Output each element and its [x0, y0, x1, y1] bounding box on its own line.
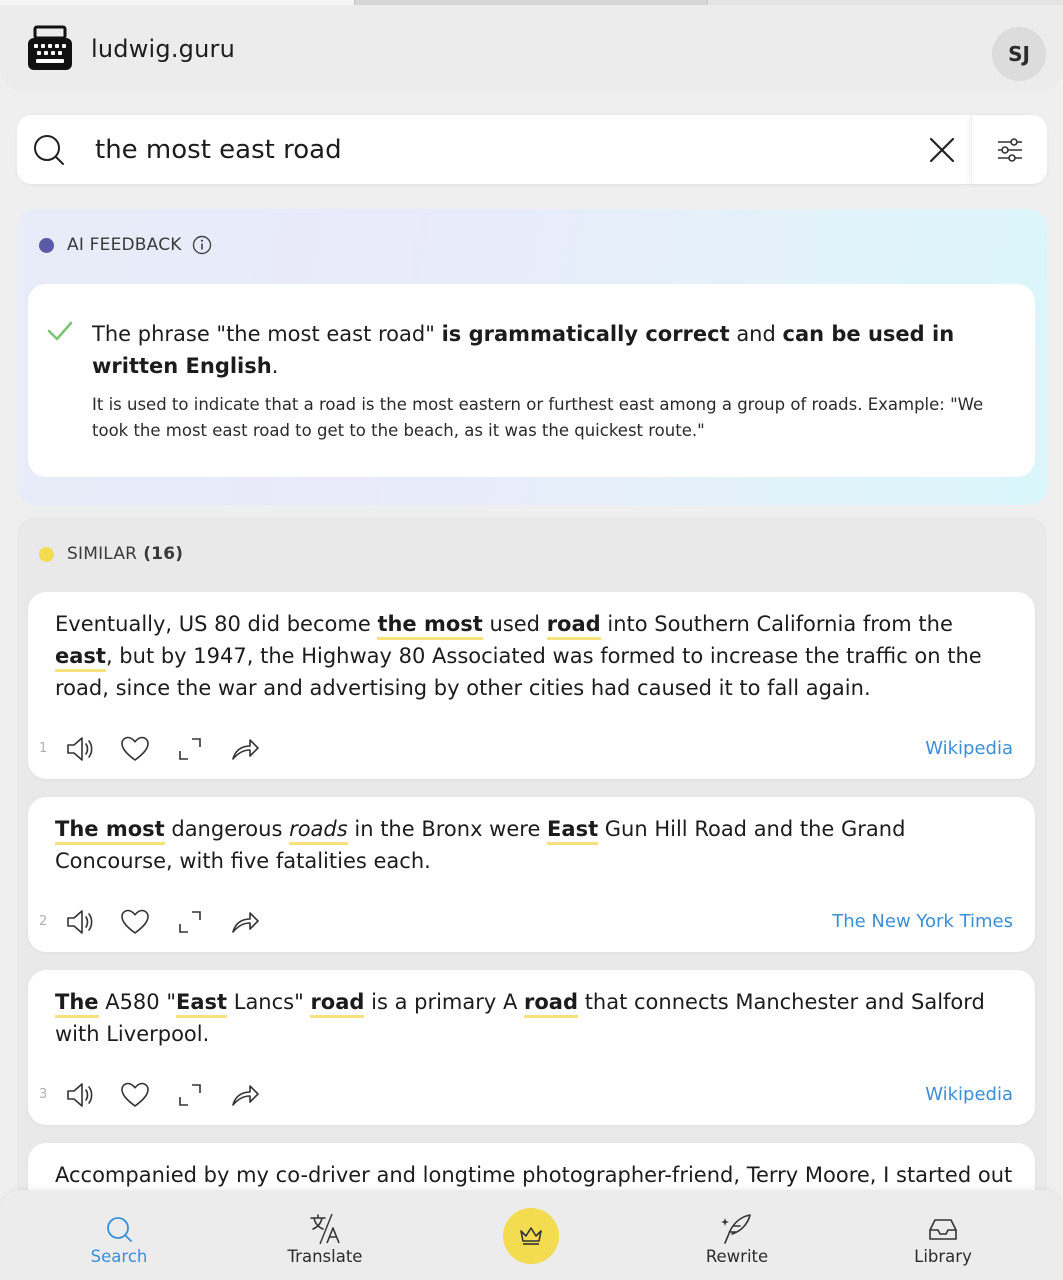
nav-translate[interactable]: Translate: [265, 1212, 385, 1266]
expand-icon[interactable]: [174, 733, 206, 765]
result-index: 3: [39, 1087, 48, 1102]
speaker-icon[interactable]: [64, 733, 96, 765]
nav-search[interactable]: Search: [59, 1212, 179, 1266]
sentence-text: used: [482, 612, 547, 636]
nav-rewrite-label: Rewrite: [705, 1247, 769, 1266]
ai-explanation: It is used to indicate that a road is th…: [92, 395, 984, 440]
verdict-text: .: [271, 354, 279, 378]
nav-library[interactable]: Library: [883, 1212, 1003, 1266]
nav-rewrite[interactable]: Rewrite: [677, 1212, 797, 1266]
bottom-nav: Search Translate Rewrite Library: [0, 1190, 1063, 1280]
match-highlight: East: [176, 990, 228, 1018]
share-icon[interactable]: [229, 1079, 261, 1111]
nav-search-label: Search: [90, 1247, 148, 1266]
source-link[interactable]: The New York Times: [832, 911, 1013, 932]
result-sentence: Eventually, US 80 did become the most us…: [55, 608, 1015, 704]
source-link[interactable]: Wikipedia: [925, 738, 1013, 759]
nav-library-label: Library: [914, 1247, 972, 1266]
source-link[interactable]: Wikipedia: [925, 1084, 1013, 1105]
expand-icon[interactable]: [174, 1079, 206, 1111]
sentence-text: Eventually, US 80 did become: [55, 612, 378, 636]
heart-icon[interactable]: [119, 906, 151, 938]
verdict-correct: is grammatically correct: [441, 322, 730, 346]
match-highlight: road: [310, 990, 365, 1018]
ai-verdict: The phrase "the most east road" is gramm…: [92, 318, 992, 382]
match-highlight: The: [55, 990, 99, 1018]
similar-panel: SIMILAR (16) Eventually, US 80 did becom…: [17, 517, 1047, 1263]
match-highlight: road: [524, 990, 579, 1018]
search-icon: [34, 135, 64, 165]
ai-feedback-dot: [39, 237, 54, 253]
match-highlight: East: [547, 817, 599, 845]
sliders-icon: [997, 137, 1022, 162]
close-icon[interactable]: [927, 135, 957, 165]
sentence-text: dangerous: [164, 817, 290, 841]
expand-icon[interactable]: [174, 906, 206, 938]
result-sentence: The most dangerous roads in the Bronx we…: [55, 813, 1015, 877]
sentence-text: Lancs": [227, 990, 311, 1014]
result-actions: 2 The New York Times: [28, 906, 1035, 938]
ai-feedback-header: AI FEEDBACK: [39, 235, 212, 255]
premium-button[interactable]: [503, 1208, 559, 1264]
result-actions: 3 Wikipedia: [28, 1079, 1035, 1111]
share-icon[interactable]: [229, 906, 261, 938]
sentence-text: into Southern California from the: [600, 612, 953, 636]
similar-header: SIMILAR (16): [39, 544, 183, 564]
match-highlight: the most: [377, 612, 483, 640]
verdict-text: and: [729, 322, 783, 346]
speaker-icon[interactable]: [64, 1079, 96, 1111]
search-icon: [107, 1217, 132, 1242]
result-card[interactable]: The most dangerous roads in the Bronx we…: [28, 797, 1035, 952]
ai-feedback-label: AI FEEDBACK: [67, 235, 182, 255]
sentence-text: A580 ": [98, 990, 176, 1014]
share-icon[interactable]: [229, 733, 261, 765]
user-avatar[interactable]: SJ: [992, 27, 1046, 81]
filter-button[interactable]: [971, 115, 1047, 184]
match-highlight: The most: [55, 817, 165, 845]
similar-dot: [39, 546, 54, 562]
result-index: 2: [39, 914, 48, 929]
heart-icon[interactable]: [119, 1079, 151, 1111]
sentence-text: in the Bronx were: [347, 817, 548, 841]
result-actions: 1 Wikipedia: [28, 733, 1035, 765]
ai-feedback-card: The phrase "the most east road" is gramm…: [28, 284, 1035, 477]
match-highlight: east: [55, 644, 106, 672]
verdict-text: The phrase "the most east road": [92, 322, 442, 346]
result-index: 1: [39, 741, 48, 756]
inbox-icon: [929, 1219, 957, 1240]
similar-count: (16): [143, 544, 184, 564]
sentence-text: , but by 1947, the Highway 80 Associated…: [55, 644, 982, 700]
app-header: ludwig.guru SJ: [0, 5, 1063, 93]
crown-icon: [520, 1227, 542, 1245]
brand-name[interactable]: ludwig.guru: [91, 35, 235, 63]
heart-icon[interactable]: [119, 733, 151, 765]
speaker-icon[interactable]: [64, 906, 96, 938]
search-input[interactable]: [95, 128, 915, 172]
result-card[interactable]: Eventually, US 80 did become the most us…: [28, 592, 1035, 779]
result-card[interactable]: The A580 "East Lancs" road is a primary …: [28, 970, 1035, 1125]
info-icon[interactable]: [192, 235, 212, 255]
check-icon: [47, 321, 73, 341]
ai-feedback-panel: AI FEEDBACK The phrase "the most east ro…: [17, 209, 1047, 505]
match-highlight: road: [546, 612, 601, 640]
quill-icon: [721, 1214, 751, 1244]
nav-translate-label: Translate: [287, 1247, 363, 1266]
sentence-text: is a primary A: [364, 990, 525, 1014]
result-sentence: The A580 "East Lancs" road is a primary …: [55, 986, 1015, 1050]
translate-icon: [310, 1213, 340, 1245]
typewriter-icon[interactable]: [26, 25, 74, 73]
match-highlight-variant: roads: [289, 817, 348, 845]
similar-label: SIMILAR: [67, 544, 138, 564]
search-bar: [17, 115, 1047, 184]
